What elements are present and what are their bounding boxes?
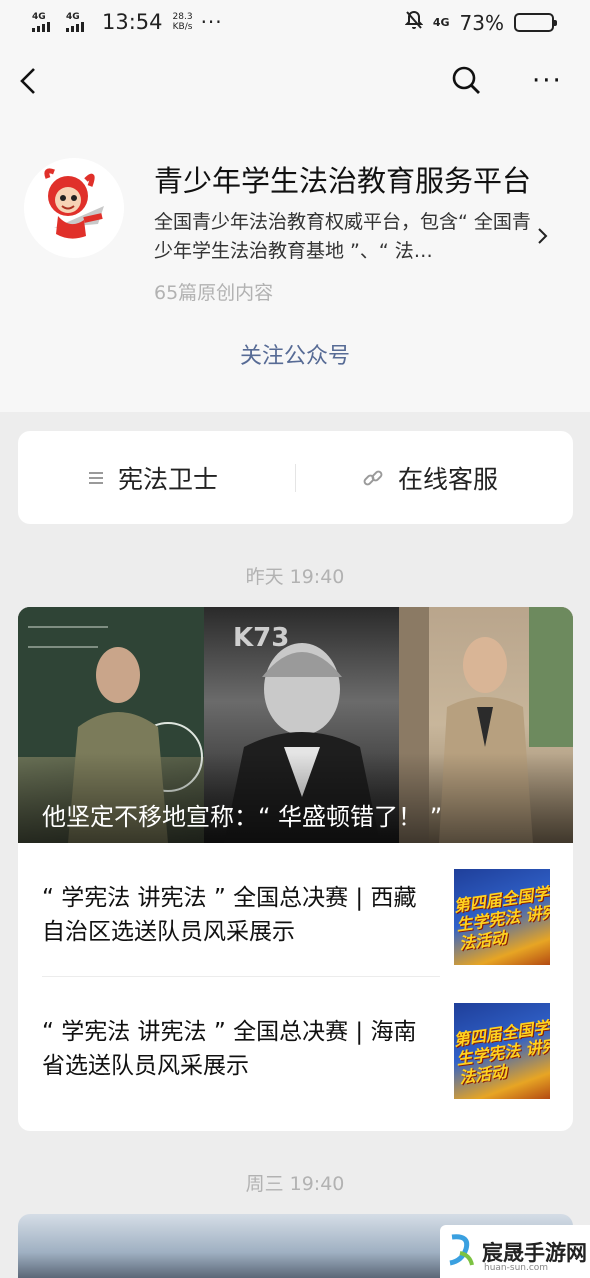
sim1-network-label: 4G	[32, 11, 46, 22]
account-profile: 青少年学生法治教育服务平台 全国青少年法治教育权威平台，包含“ 全国青少年学生法…	[0, 116, 590, 412]
link-icon	[362, 467, 384, 489]
article-list-item[interactable]: “ 学宪法 讲宪法 ” 全国总决赛 | 海南省选送队员风采展示 第四届全国学生学…	[18, 977, 573, 1109]
account-menu: 宪法卫士 在线客服	[18, 431, 573, 524]
thumbnail-text: 第四届全国学生学宪法 讲宪法活动	[454, 883, 550, 954]
date-separator: 周三 19:40	[245, 1173, 345, 1195]
search-icon[interactable]	[450, 64, 482, 100]
article-thumbnail: 第四届全国学生学宪法 讲宪法活动	[454, 1003, 550, 1099]
article-title: “ 学宪法 讲宪法 ” 全国总决赛 | 海南省选送队员风采展示	[42, 1019, 417, 1079]
article-group: K73 他坚定不移地宣称：“ 华盛顿错了！ ” “ 学宪法 讲宪法 ” 全国总决…	[18, 607, 573, 1131]
status-right: 4G 73%	[404, 10, 557, 35]
sim1-signal-icon: 4G	[32, 11, 58, 32]
site-watermark-text: 宸晟手游网	[482, 1240, 587, 1265]
battery-percent: 73%	[459, 10, 504, 35]
article-thumbnail: 第四届全国学生学宪法 讲宪法活动	[454, 869, 550, 965]
cover-title: 他坚定不移地宣称：“ 华盛顿错了！ ”	[42, 803, 443, 831]
chevron-left-icon[interactable]	[18, 66, 40, 100]
network-speed: 28.3 KB/s	[173, 12, 193, 32]
status-left: 4G 4G 13:54 28.3 KB/s ···	[32, 10, 223, 34]
date-separator: 昨天 19:40	[245, 566, 345, 588]
speed-value: 28.3	[172, 12, 193, 22]
speed-unit: KB/s	[172, 22, 193, 32]
account-description[interactable]: 全国青少年法治教育权威平台，包含“ 全国青少年学生法治教育基地 ”、“ 法…	[154, 208, 534, 266]
list-icon	[88, 470, 104, 486]
sim2-network-label: 4G	[66, 11, 80, 22]
cover-article[interactable]: K73 他坚定不移地宣称：“ 华盛顿错了！ ”	[18, 607, 573, 843]
more-icon[interactable]: ···	[532, 66, 563, 96]
notification-dots: ···	[200, 10, 223, 34]
menu-item-xianfa-weishi[interactable]: 宪法卫士	[88, 431, 218, 524]
article-list-item[interactable]: “ 学宪法 讲宪法 ” 全国总决赛 | 西藏自治区选送队员风采展示 第四届全国学…	[18, 843, 573, 975]
top-nav-bar: ···	[0, 46, 590, 116]
site-watermark-badge: 宸晟手游网 huan-sun.com	[440, 1225, 590, 1278]
menu-item-label: 宪法卫士	[118, 464, 219, 494]
chevron-right-icon[interactable]	[536, 226, 548, 250]
menu-item-label: 在线客服	[398, 464, 499, 494]
status-bar: 4G 4G 13:54 28.3 KB/s ··· 4G 73%	[0, 0, 590, 46]
sim2-signal-icon: 4G	[66, 11, 92, 32]
site-logo-icon	[446, 1233, 476, 1271]
battery-icon	[514, 13, 557, 32]
cover-watermark: K73	[233, 623, 290, 653]
article-title: “ 学宪法 讲宪法 ” 全国总决赛 | 西藏自治区选送队员风采展示	[42, 885, 417, 945]
site-watermark-url: huan-sun.com	[484, 1263, 549, 1273]
original-article-count[interactable]: 65篇原创内容	[154, 278, 273, 305]
thumbnail-text: 第四届全国学生学宪法 讲宪法活动	[454, 1017, 550, 1088]
menu-item-online-service[interactable]: 在线客服	[362, 431, 498, 524]
account-avatar[interactable]	[24, 158, 124, 258]
signal-right-label: 4G	[432, 16, 450, 29]
menu-divider	[295, 464, 296, 492]
account-name: 青少年学生法治教育服务平台	[154, 164, 532, 198]
status-time: 13:54	[102, 10, 163, 34]
follow-button[interactable]: 关注公众号	[0, 338, 590, 370]
mute-bell-icon	[404, 10, 424, 35]
